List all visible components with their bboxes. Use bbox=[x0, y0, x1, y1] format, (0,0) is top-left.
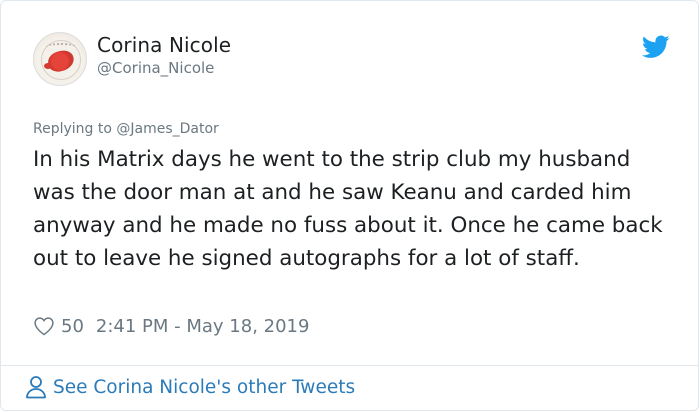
reply-prefix: Replying to bbox=[33, 121, 117, 137]
timestamp-link[interactable]: 2:41 PM - May 18, 2019 bbox=[96, 316, 310, 337]
person-icon bbox=[26, 376, 46, 399]
user-handle[interactable]: @Corina_Nicole bbox=[97, 59, 214, 77]
tweet-card: Corina Nicole @Corina_Nicole Replying to… bbox=[0, 0, 699, 411]
see-other-tweets-label[interactable]: See Corina Nicole's other Tweets bbox=[53, 377, 355, 398]
twitter-bird-icon[interactable] bbox=[642, 35, 670, 59]
tweet-text: In his Matrix days he went to the strip … bbox=[33, 147, 663, 271]
display-name[interactable]: Corina Nicole bbox=[97, 33, 231, 57]
replying-to: Replying to @James_Dator bbox=[33, 121, 219, 137]
avatar[interactable] bbox=[33, 32, 87, 86]
avatar-red-drop bbox=[44, 63, 52, 69]
reply-mention-link[interactable]: @James_Dator bbox=[116, 121, 218, 137]
see-other-tweets-link[interactable]: See Corina Nicole's other Tweets bbox=[25, 375, 355, 399]
heart-icon[interactable] bbox=[33, 316, 55, 336]
footer-divider bbox=[1, 365, 698, 366]
like-count[interactable]: 50 bbox=[61, 316, 84, 337]
tweet-meta: 50 2:41 PM - May 18, 2019 bbox=[33, 313, 309, 339]
